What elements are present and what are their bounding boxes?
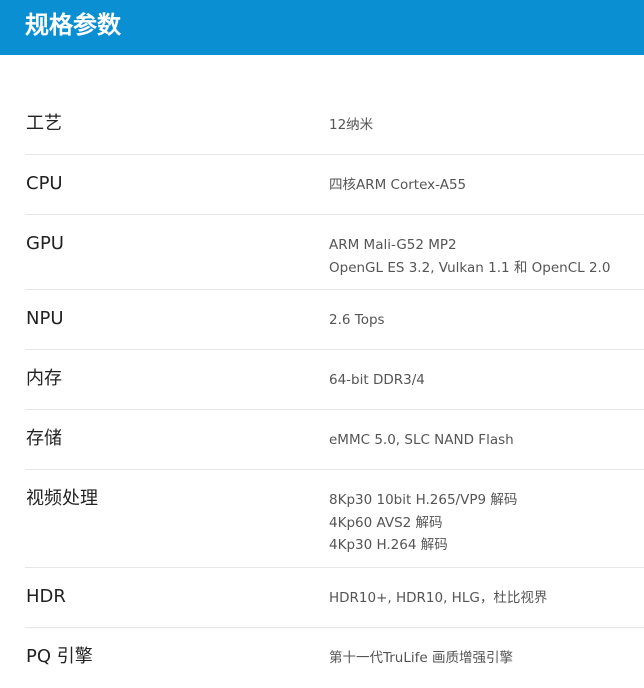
spec-label: GPU — [26, 233, 64, 254]
spec-values: 12纳米 — [329, 114, 373, 137]
spec-row-video: 视频处理 8Kp30 10bit H.265/VP9 解码 4Kp60 AVS2… — [0, 470, 644, 568]
spec-values: 四核ARM Cortex-A55 — [329, 174, 466, 197]
spec-label: CPU — [26, 173, 63, 194]
spec-values: 8Kp30 10bit H.265/VP9 解码 4Kp60 AVS2 解码 4… — [329, 489, 517, 557]
spec-row-npu: NPU 2.6 Tops — [0, 290, 644, 350]
spec-values: 2.6 Tops — [329, 309, 385, 332]
spec-row-cpu: CPU 四核ARM Cortex-A55 — [0, 155, 644, 215]
spec-values: eMMC 5.0, SLC NAND Flash — [329, 429, 514, 452]
spec-label: 内存 — [26, 368, 62, 389]
spec-row-pq-engine: PQ 引擎 第十一代TruLife 画质增强引擎 — [0, 628, 644, 688]
spec-list: 工艺 12纳米 CPU 四核ARM Cortex-A55 GPU ARM Mal… — [0, 95, 644, 688]
spec-row-hdr: HDR HDR10+, HDR10, HLG，杜比视界 — [0, 568, 644, 628]
spec-values: ARM Mali-G52 MP2 OpenGL ES 3.2, Vulkan 1… — [329, 234, 610, 279]
spec-label: 视频处理 — [26, 488, 98, 509]
spec-value: HDR10+, HDR10, HLG，杜比视界 — [329, 590, 548, 606]
spec-values: 第十一代TruLife 画质增强引擎 — [329, 647, 513, 670]
page-title: 规格参数 — [25, 11, 121, 39]
spec-row-process: 工艺 12纳米 — [0, 95, 644, 155]
spec-value: OpenGL ES 3.2, Vulkan 1.1 和 OpenCL 2.0 — [329, 259, 611, 276]
spec-value: 4Kp30 H.264 解码 — [329, 537, 448, 553]
spec-value: 4Kp60 AVS2 解码 — [329, 514, 443, 531]
spec-row-gpu: GPU ARM Mali-G52 MP2 OpenGL ES 3.2, Vulk… — [0, 215, 644, 290]
header-bar: 规格参数 — [0, 0, 644, 55]
spec-values: HDR10+, HDR10, HLG，杜比视界 — [329, 587, 547, 610]
spec-value: 64-bit DDR3/4 — [329, 372, 425, 388]
spec-row-memory: 内存 64-bit DDR3/4 — [0, 350, 644, 410]
spec-value: 四核ARM Cortex-A55 — [329, 177, 467, 193]
spec-row-storage: 存储 eMMC 5.0, SLC NAND Flash — [0, 410, 644, 470]
spec-values: 64-bit DDR3/4 — [329, 369, 425, 392]
spec-value: 第十一代TruLife 画质增强引擎 — [329, 650, 513, 666]
spec-label: 工艺 — [26, 113, 62, 134]
spec-value: eMMC 5.0, SLC NAND Flash — [329, 432, 514, 448]
spec-label: HDR — [26, 586, 66, 607]
spec-label: PQ 引擎 — [26, 646, 93, 667]
spec-label: 存储 — [26, 428, 62, 449]
spec-value: 2.6 Tops — [329, 312, 385, 328]
spec-value: 8Kp30 10bit H.265/VP9 解码 — [329, 492, 518, 508]
spec-value: ARM Mali-G52 MP2 — [329, 237, 457, 253]
spec-value: 12纳米 — [329, 117, 374, 133]
spec-label: NPU — [26, 308, 64, 329]
